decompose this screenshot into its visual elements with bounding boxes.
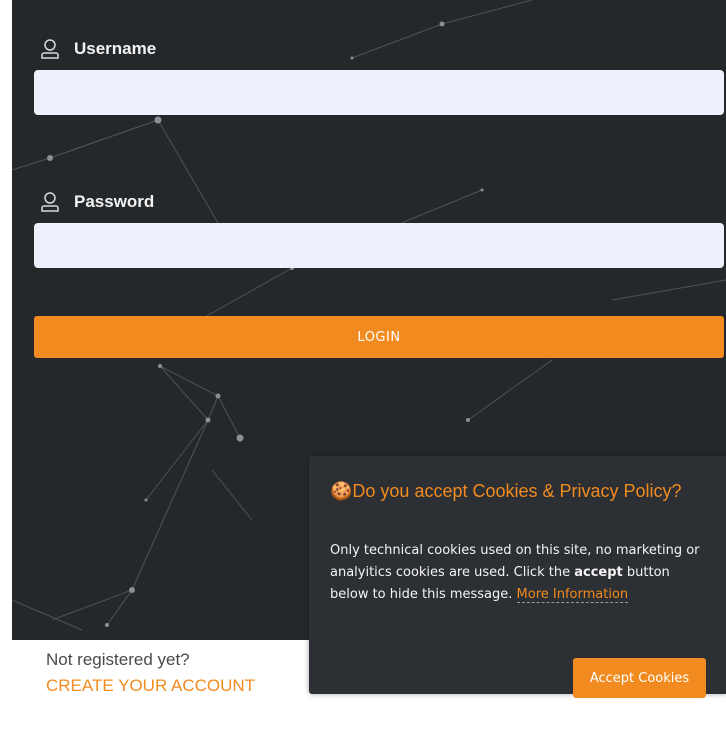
user-icon [40, 38, 60, 60]
cookie-banner-text: Only technical cookies used on this site… [330, 540, 705, 606]
username-label-row: Username [40, 38, 156, 60]
password-input[interactable] [34, 223, 724, 268]
more-information-link[interactable]: More Information [516, 587, 629, 603]
cookie-text-bold: accept [574, 565, 623, 580]
not-registered-text: Not registered yet? [46, 650, 190, 669]
cookie-banner: 🍪Do you accept Cookies & Privacy Policy?… [309, 456, 726, 698]
password-label: Password [74, 192, 155, 211]
login-button[interactable]: LOGIN [34, 316, 724, 358]
username-label: Username [74, 39, 157, 58]
password-label-row: Password [40, 191, 154, 213]
user-icon [40, 191, 60, 213]
cookie-banner-title: 🍪Do you accept Cookies & Privacy Policy? [330, 481, 682, 501]
accept-cookies-button[interactable]: Accept Cookies [573, 658, 706, 698]
username-input[interactable] [34, 70, 724, 115]
create-account-link[interactable]: CREATE YOUR ACCOUNT [46, 676, 255, 696]
